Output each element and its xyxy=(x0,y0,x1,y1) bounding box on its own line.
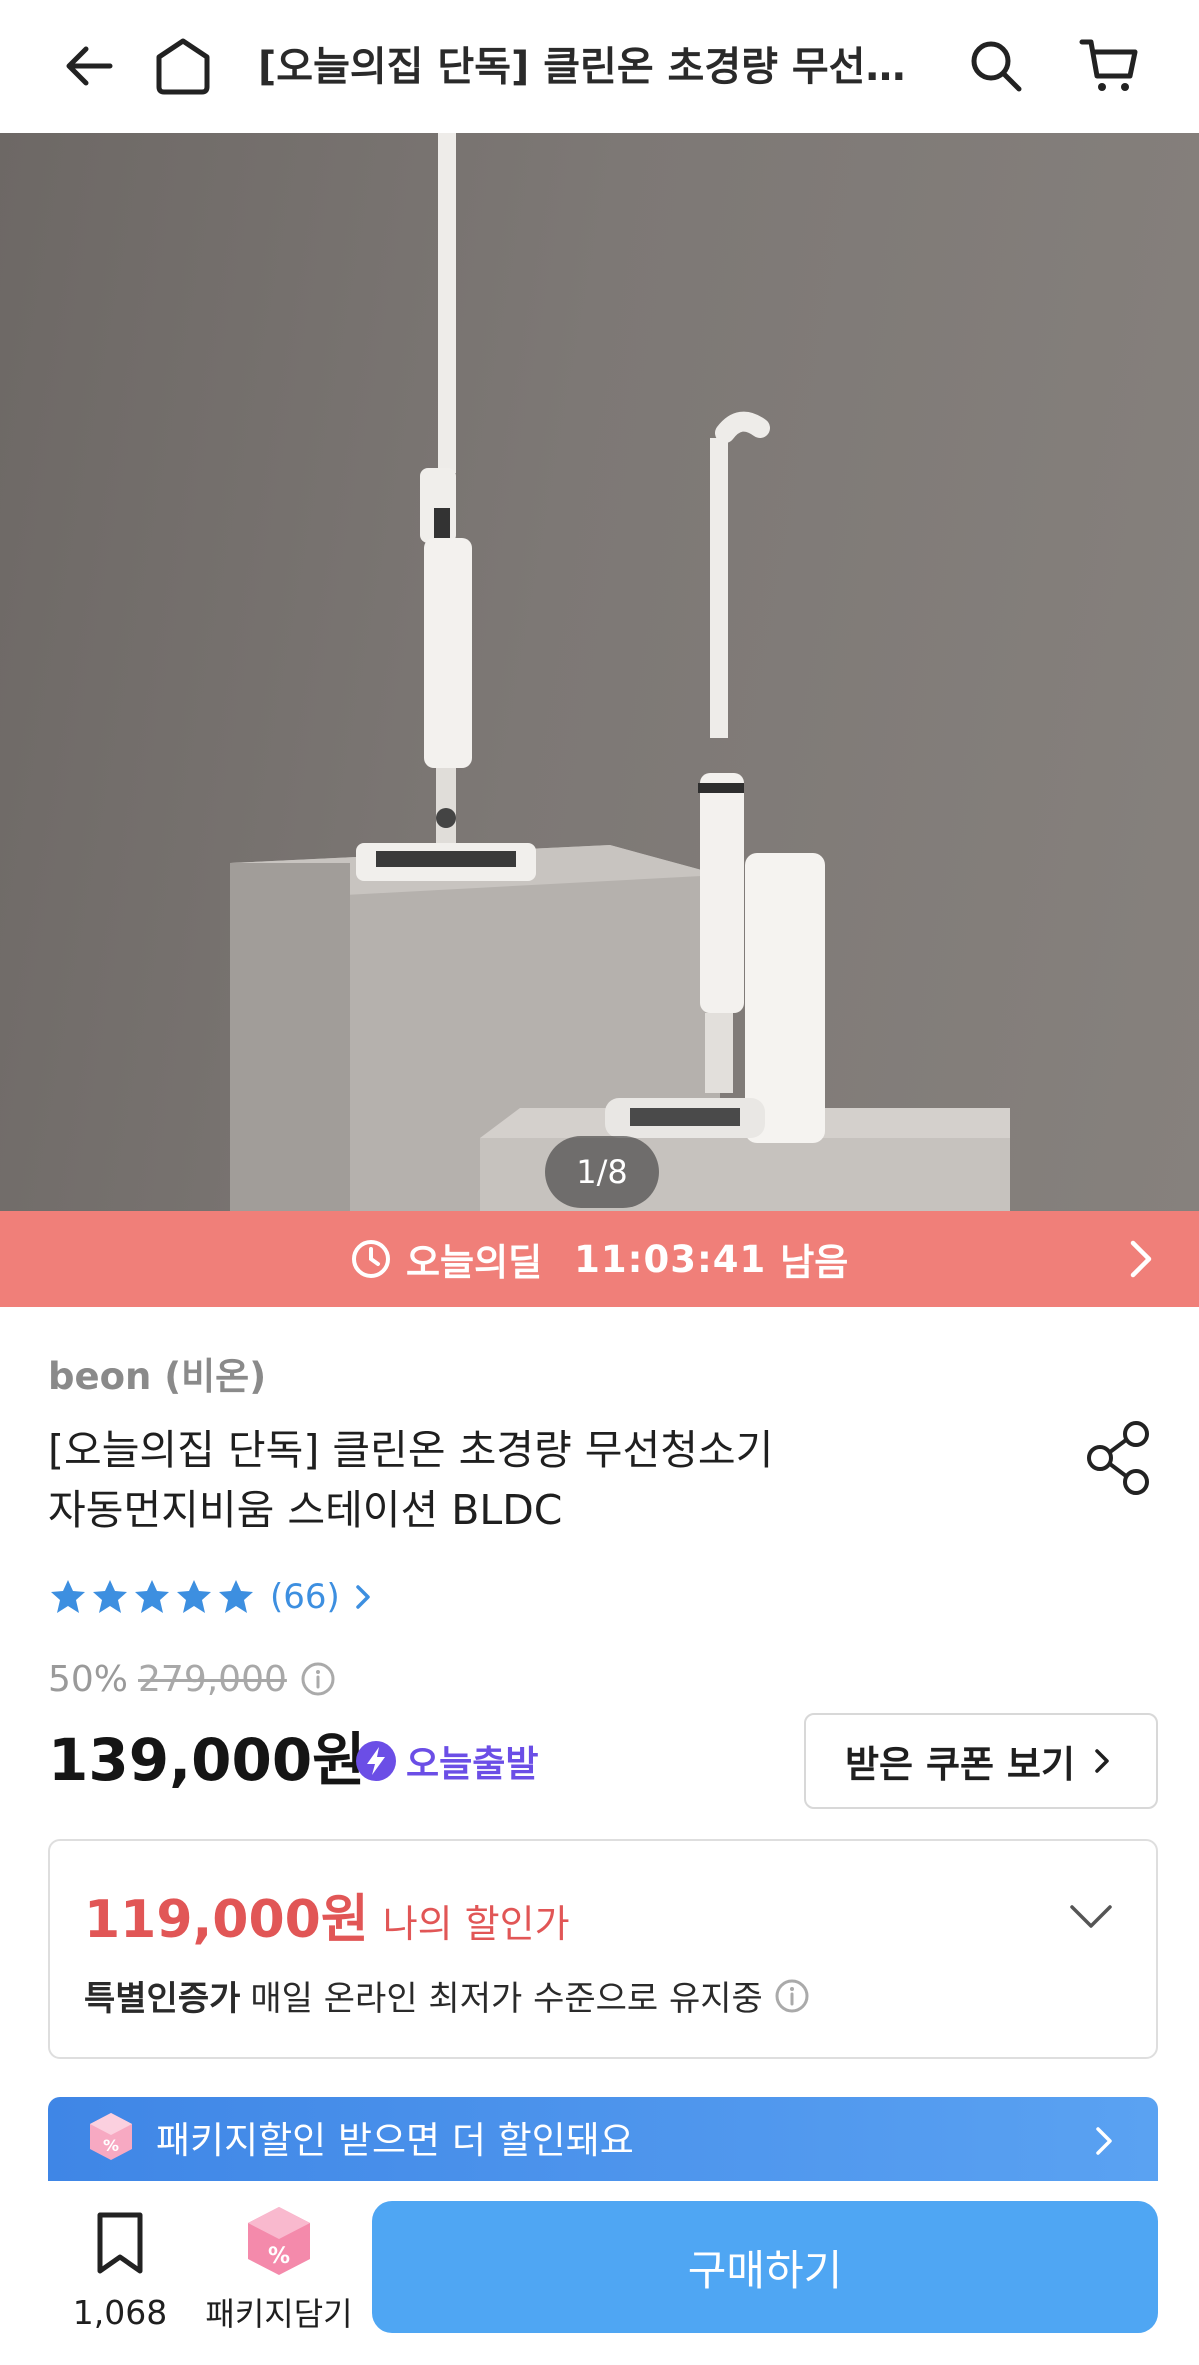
bookmark-icon xyxy=(97,2212,143,2274)
view-coupons-button[interactable]: 받은 쿠폰 보기 xyxy=(804,1713,1158,1809)
top-nav-bar: [오늘의집 단독] 클린온 초경량 무선청소기 자동먼지비움 스테이션 BLDC xyxy=(0,0,1199,133)
package-box-icon: % xyxy=(248,2207,310,2275)
clock-icon xyxy=(352,1240,390,1278)
product-title: [오늘의집 단독] 클린온 초경량 무선청소기 자동먼지비움 스테이션 BLDC xyxy=(48,1420,928,1540)
bookmark-count: 1,068 xyxy=(72,2293,168,2332)
package-box-icon: % xyxy=(90,2113,132,2160)
star-icon xyxy=(135,1580,169,1613)
special-price-label: 특별인증가 xyxy=(84,1979,241,2019)
chevron-right-icon xyxy=(1130,1240,1152,1278)
package-discount-banner[interactable]: % 패키지할인 받으면 더 할인돼요 xyxy=(48,2097,1158,2181)
fast-delivery-label: 오늘출발 xyxy=(406,1744,539,1785)
brand-name[interactable]: beon (비온) xyxy=(48,1346,266,1400)
star-icon xyxy=(177,1580,211,1613)
star-icon xyxy=(93,1580,127,1613)
chevron-right-icon xyxy=(356,1585,370,1609)
add-package-label: 패키지담기 xyxy=(205,2295,353,2333)
buy-button[interactable]: 구매하기 xyxy=(372,2201,1158,2333)
product-photo xyxy=(230,133,1010,1211)
gallery-counter: 1/8 xyxy=(545,1136,659,1208)
product-title-line2: 자동먼지비움 스테이션 BLDC xyxy=(48,1486,563,1534)
cart-icon[interactable] xyxy=(1072,28,1148,104)
my-discount-price: 119,000원 xyxy=(84,1890,369,1950)
product-image-gallery[interactable]: 1/8 xyxy=(0,133,1199,1211)
view-coupons-label: 받은 쿠폰 보기 xyxy=(844,1743,1075,1786)
share-icon[interactable] xyxy=(1082,1418,1158,1498)
star-icon xyxy=(219,1580,253,1613)
add-package-button[interactable]: % 패키지담기 xyxy=(204,2203,354,2335)
original-price: 279,000 xyxy=(138,1658,287,1700)
discount-percent: 50% xyxy=(48,1658,129,1700)
discount-row: 50% 279,000 xyxy=(48,1654,337,1704)
page-title: [오늘의집 단독] 클린온 초경량 무선청소기 자동먼지비움 스테이션 BLDC xyxy=(258,44,928,90)
chevron-right-icon xyxy=(1095,1749,1109,1773)
rating-row[interactable]: (66) xyxy=(48,1572,378,1622)
deal-label: 오늘의딜 xyxy=(406,1241,543,1284)
review-count: (66) xyxy=(270,1577,340,1617)
chevron-down-icon[interactable] xyxy=(1066,1891,1116,1941)
bookmark-button[interactable]: 1,068 xyxy=(72,2211,168,2332)
special-price-note: 매일 온라인 최저가 수준으로 유지중 xyxy=(250,1979,763,2019)
back-arrow-icon[interactable] xyxy=(52,28,128,104)
star-icon xyxy=(51,1580,85,1613)
product-title-line1: [오늘의집 단독] 클린온 초경량 무선청소기 xyxy=(48,1426,774,1474)
package-discount-text: 패키지할인 받으면 더 할인돼요 xyxy=(156,2119,634,2162)
svg-text:%: % xyxy=(103,2136,119,2155)
lightning-icon xyxy=(356,1741,396,1781)
star-rating xyxy=(48,1577,256,1617)
fast-delivery-badge: 오늘출발 xyxy=(354,1738,539,1785)
info-icon[interactable] xyxy=(773,1977,811,2015)
bottom-action-bar: 1,068 % 패키지담기 구매하기 xyxy=(0,2181,1199,2365)
search-icon[interactable] xyxy=(958,28,1034,104)
chevron-right-icon xyxy=(1096,2127,1112,2155)
deal-suffix: 남음 xyxy=(780,1241,849,1284)
my-price-box[interactable]: 119,000원 나의 할인가 특별인증가 매일 온라인 최저가 수준으로 유지… xyxy=(48,1839,1158,2059)
svg-text:%: % xyxy=(268,2244,290,2269)
deal-countdown: 11:03:41 xyxy=(574,1237,767,1281)
info-icon[interactable] xyxy=(299,1660,337,1698)
home-icon[interactable] xyxy=(145,28,221,104)
sale-price: 139,000원 xyxy=(48,1726,366,1794)
my-discount-label: 나의 할인가 xyxy=(382,1902,570,1946)
today-deal-banner[interactable]: 오늘의딜 11:03:41 남음 xyxy=(0,1211,1199,1307)
